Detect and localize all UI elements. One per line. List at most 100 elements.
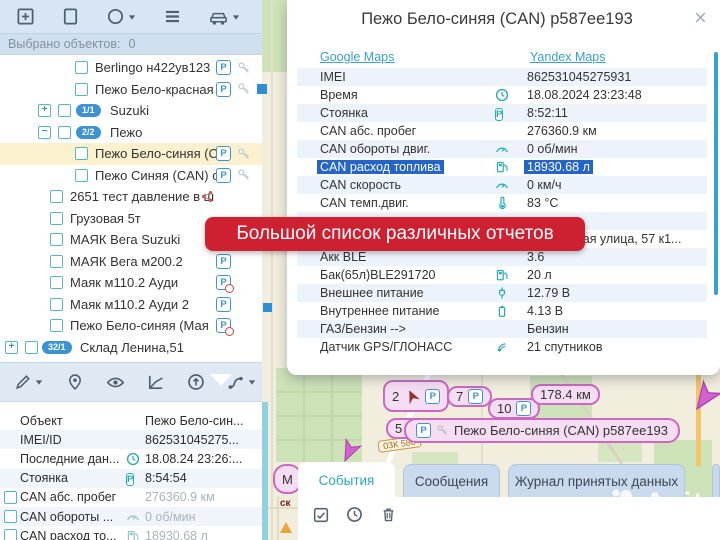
google-maps-link[interactable]: Google Maps bbox=[320, 50, 394, 64]
tree-group-sklad-lenina[interactable]: + 32/1 Склад Ленина,51 bbox=[0, 337, 262, 359]
tree-item-mayak-vega-m200[interactable]: МАЯК Вега м200.2 P bbox=[0, 251, 262, 273]
parking-error-icon[interactable]: P bbox=[216, 318, 231, 333]
detail-row-parking[interactable]: Стоянка P 8:54:54 bbox=[0, 469, 262, 488]
tree-item-pezho-belo-sinyaya-mayak[interactable]: Пежо Бело-синяя (Мая P bbox=[0, 315, 262, 337]
tree-item-pezho-belo-sinyaya[interactable]: Пежо Бело-синяя (С P bbox=[0, 143, 262, 165]
parking-icon[interactable]: P bbox=[216, 82, 231, 97]
edit-menu-button[interactable] bbox=[14, 373, 44, 391]
marker-text: М bbox=[282, 472, 293, 487]
detail-row-can-fuel[interactable]: CAN расход то... 18930.68 л bbox=[0, 526, 262, 540]
sensor-checkbox[interactable] bbox=[4, 510, 17, 523]
popup-row-gas-petrol[interactable]: ГАЗ/Бензин --> Бензин bbox=[297, 320, 707, 338]
trash-icon[interactable] bbox=[380, 506, 397, 523]
chart-button[interactable] bbox=[147, 373, 165, 391]
popup-row-time[interactable]: Время 18.08.2024 23:23:48 bbox=[297, 86, 707, 104]
detail-row-imei[interactable]: IMEI/ID 862531045275... bbox=[0, 430, 262, 449]
item-checkbox[interactable] bbox=[75, 147, 88, 160]
marker-count: 2 bbox=[392, 389, 399, 404]
map-marker-7[interactable]: 7 P bbox=[447, 386, 492, 407]
item-checkbox[interactable] bbox=[50, 233, 63, 246]
monitor-button[interactable] bbox=[61, 7, 80, 26]
popup-row-tank[interactable]: Бак(65л)BLE291720 20 л bbox=[297, 266, 707, 284]
tab-messages[interactable]: Сообщения bbox=[403, 464, 500, 497]
popup-row-gps-sensor[interactable]: Датчик GPS/ГЛОНАСС 21 спутников bbox=[297, 338, 707, 356]
sensor-checkbox[interactable] bbox=[4, 491, 17, 504]
group-count-badge: 2/2 bbox=[76, 126, 101, 139]
map-vehicle-label[interactable]: P Пежо Бело-синяя (CAN) p587ee193 bbox=[404, 418, 680, 443]
visibility-button[interactable] bbox=[106, 373, 125, 392]
item-checkbox[interactable] bbox=[75, 83, 88, 96]
yandex-maps-link[interactable]: Yandex Maps bbox=[530, 50, 606, 64]
popup-row-parking[interactable]: Стоянка P 8:52:11 bbox=[297, 104, 707, 122]
item-checkbox[interactable] bbox=[50, 276, 63, 289]
vehicles-menu-button[interactable] bbox=[208, 8, 241, 26]
parking-icon[interactable]: P bbox=[216, 297, 231, 312]
tree-group-suzuki[interactable]: + 1/1 Suzuki bbox=[0, 100, 262, 122]
item-checkbox[interactable] bbox=[75, 169, 88, 182]
tab-events[interactable]: События bbox=[298, 462, 395, 498]
item-checkbox[interactable] bbox=[75, 61, 88, 74]
popup-scrollbar[interactable] bbox=[714, 52, 718, 295]
expand-icon[interactable]: + bbox=[38, 104, 51, 117]
tree-item-2651-test[interactable]: 2651 тест давление в ш bbox=[0, 186, 262, 208]
map-marker-2[interactable]: 2 P bbox=[383, 380, 449, 412]
time-filter-icon[interactable] bbox=[346, 506, 363, 523]
tree-item-pezho-sinyaya[interactable]: Пежо Синяя (CAN) с P bbox=[0, 165, 262, 187]
tree-item-berlingo[interactable]: Berlingo н422ув123 P bbox=[0, 57, 262, 79]
add-object-button[interactable] bbox=[16, 7, 35, 26]
details-scrollbar[interactable] bbox=[262, 402, 268, 540]
tree-item-mayak-m110-audi[interactable]: Маяк м110.2 Ауди P bbox=[0, 272, 262, 294]
detail-row-object[interactable]: Объект Пежо Бело-син... bbox=[0, 411, 262, 430]
row-value: 0 об/мин bbox=[527, 142, 578, 156]
popup-row-can-speed[interactable]: CAN скорость 0 км/ч bbox=[297, 176, 707, 194]
item-checkbox[interactable] bbox=[50, 255, 63, 268]
locate-button[interactable] bbox=[66, 373, 84, 391]
collapse-icon[interactable]: − bbox=[38, 126, 51, 139]
item-checkbox[interactable] bbox=[50, 319, 63, 332]
parking-icon[interactable]: P bbox=[216, 146, 231, 161]
tree-item-mayak-m110-audi-2[interactable]: Маяк м110.2 Ауди 2 P bbox=[0, 294, 262, 316]
parking-icon: P bbox=[126, 471, 134, 486]
row-value: 3.6 bbox=[527, 250, 544, 264]
popup-row-internal-power[interactable]: Внутреннее питание 4.13 В bbox=[297, 302, 707, 320]
parking-icon[interactable]: P bbox=[216, 168, 231, 183]
row-label: Датчик GPS/ГЛОНАСС bbox=[320, 340, 452, 354]
detail-value: 276360.9 км bbox=[145, 490, 215, 504]
item-checkbox[interactable] bbox=[50, 190, 63, 203]
list-view-button[interactable] bbox=[163, 7, 182, 26]
group-checkbox[interactable] bbox=[58, 104, 71, 117]
export-button[interactable] bbox=[187, 373, 205, 391]
parking-icon[interactable]: P bbox=[216, 254, 231, 269]
tree-item-label: Маяк м110.2 Ауди bbox=[70, 275, 178, 290]
popup-row-external-power[interactable]: Внешнее питание 12.79 В bbox=[297, 284, 707, 302]
popup-row-imei[interactable]: IMEI 862531045275931 bbox=[297, 68, 707, 86]
popup-row-can-fuel-consumption[interactable]: CAN расход топлива 18930.68 л bbox=[297, 158, 707, 176]
group-label: Пежо bbox=[110, 125, 142, 140]
sensor-icon bbox=[200, 189, 215, 204]
tree-item-pezho-belo-krasnaya[interactable]: Пежо Бело-красная P bbox=[0, 79, 262, 101]
close-icon[interactable] bbox=[693, 10, 708, 25]
detail-label: CAN обороты ... bbox=[20, 510, 113, 524]
popup-row-can-mileage[interactable]: CAN абс. пробег 276360.9 км bbox=[297, 122, 707, 140]
item-checkbox[interactable] bbox=[50, 212, 63, 225]
popup-row-can-engine-temp[interactable]: CAN темп.двиг. 83 °C bbox=[297, 194, 707, 212]
sensor-checkbox[interactable] bbox=[4, 529, 17, 540]
key-icon bbox=[436, 424, 449, 437]
select-all-checkbox[interactable] bbox=[312, 506, 330, 524]
popup-callout-notch bbox=[210, 374, 232, 386]
popup-row-can-rpm[interactable]: CAN обороты двиг. 0 об/мин bbox=[297, 140, 707, 158]
geofence-menu-button[interactable] bbox=[106, 7, 137, 26]
group-checkbox[interactable] bbox=[58, 126, 71, 139]
group-checkbox[interactable] bbox=[25, 341, 38, 354]
parking-error-icon[interactable]: P bbox=[216, 275, 231, 290]
expand-icon[interactable]: + bbox=[5, 341, 18, 354]
tree-group-pezho[interactable]: − 2/2 Пежо bbox=[0, 122, 262, 144]
detail-row-can-rpm[interactable]: CAN обороты ... 0 об/мин bbox=[0, 507, 262, 526]
map-distance-label[interactable]: 178.4 км bbox=[531, 384, 600, 405]
parking-icon: P bbox=[416, 423, 431, 438]
detail-row-can-mileage[interactable]: CAN абс. пробег 276360.9 км bbox=[0, 488, 262, 507]
tree-item-label: Грузовая 5т bbox=[70, 211, 141, 226]
detail-row-last-data[interactable]: Последние дан... 18.08.24 23:26:... bbox=[0, 449, 262, 468]
parking-icon[interactable]: P bbox=[216, 60, 231, 75]
item-checkbox[interactable] bbox=[50, 298, 63, 311]
